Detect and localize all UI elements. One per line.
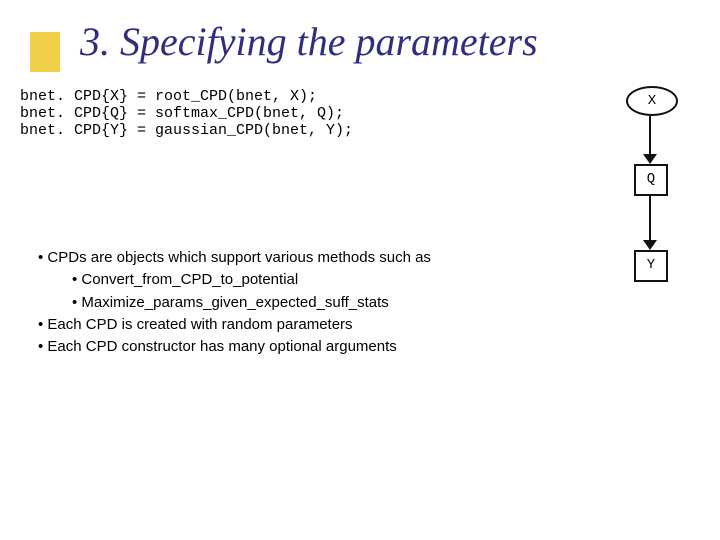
bullet-3-text: Each CPD constructor has many optional a… <box>47 338 396 355</box>
title-accent <box>30 32 60 72</box>
arrowhead-q-y <box>643 240 657 250</box>
bullet-1b: • Maximize_params_given_expected_suff_st… <box>72 293 431 313</box>
node-x: X <box>626 86 678 116</box>
code-line-3: bnet. CPD{Y} = gaussian_CPD(bnet, Y); <box>20 122 353 139</box>
bullet-1b-text: Maximize_params_given_expected_suff_stat… <box>81 294 388 311</box>
bullet-1-text: CPDs are objects which support various m… <box>47 249 431 266</box>
bullet-2: • Each CPD is created with random parame… <box>38 315 431 335</box>
edge-x-q <box>649 116 651 156</box>
node-y: Y <box>634 250 668 282</box>
code-line-1: bnet. CPD{X} = root_CPD(bnet, X); <box>20 88 317 105</box>
code-line-2: bnet. CPD{Q} = softmax_CPD(bnet, Q); <box>20 105 344 122</box>
edge-q-y <box>649 196 651 242</box>
slide-title: 3. Specifying the parameters <box>80 18 538 65</box>
arrowhead-x-q <box>643 154 657 164</box>
bullet-1a: • Convert_from_CPD_to_potential <box>72 270 431 290</box>
bullet-1a-text: Convert_from_CPD_to_potential <box>81 271 298 288</box>
bullet-2-text: Each CPD is created with random paramete… <box>47 316 352 333</box>
code-block: bnet. CPD{X} = root_CPD(bnet, X); bnet. … <box>20 88 353 139</box>
bullet-1: • CPDs are objects which support various… <box>38 248 431 268</box>
bullet-3: • Each CPD constructor has many optional… <box>38 337 431 357</box>
bullet-list: • CPDs are objects which support various… <box>38 248 431 359</box>
node-q: Q <box>634 164 668 196</box>
